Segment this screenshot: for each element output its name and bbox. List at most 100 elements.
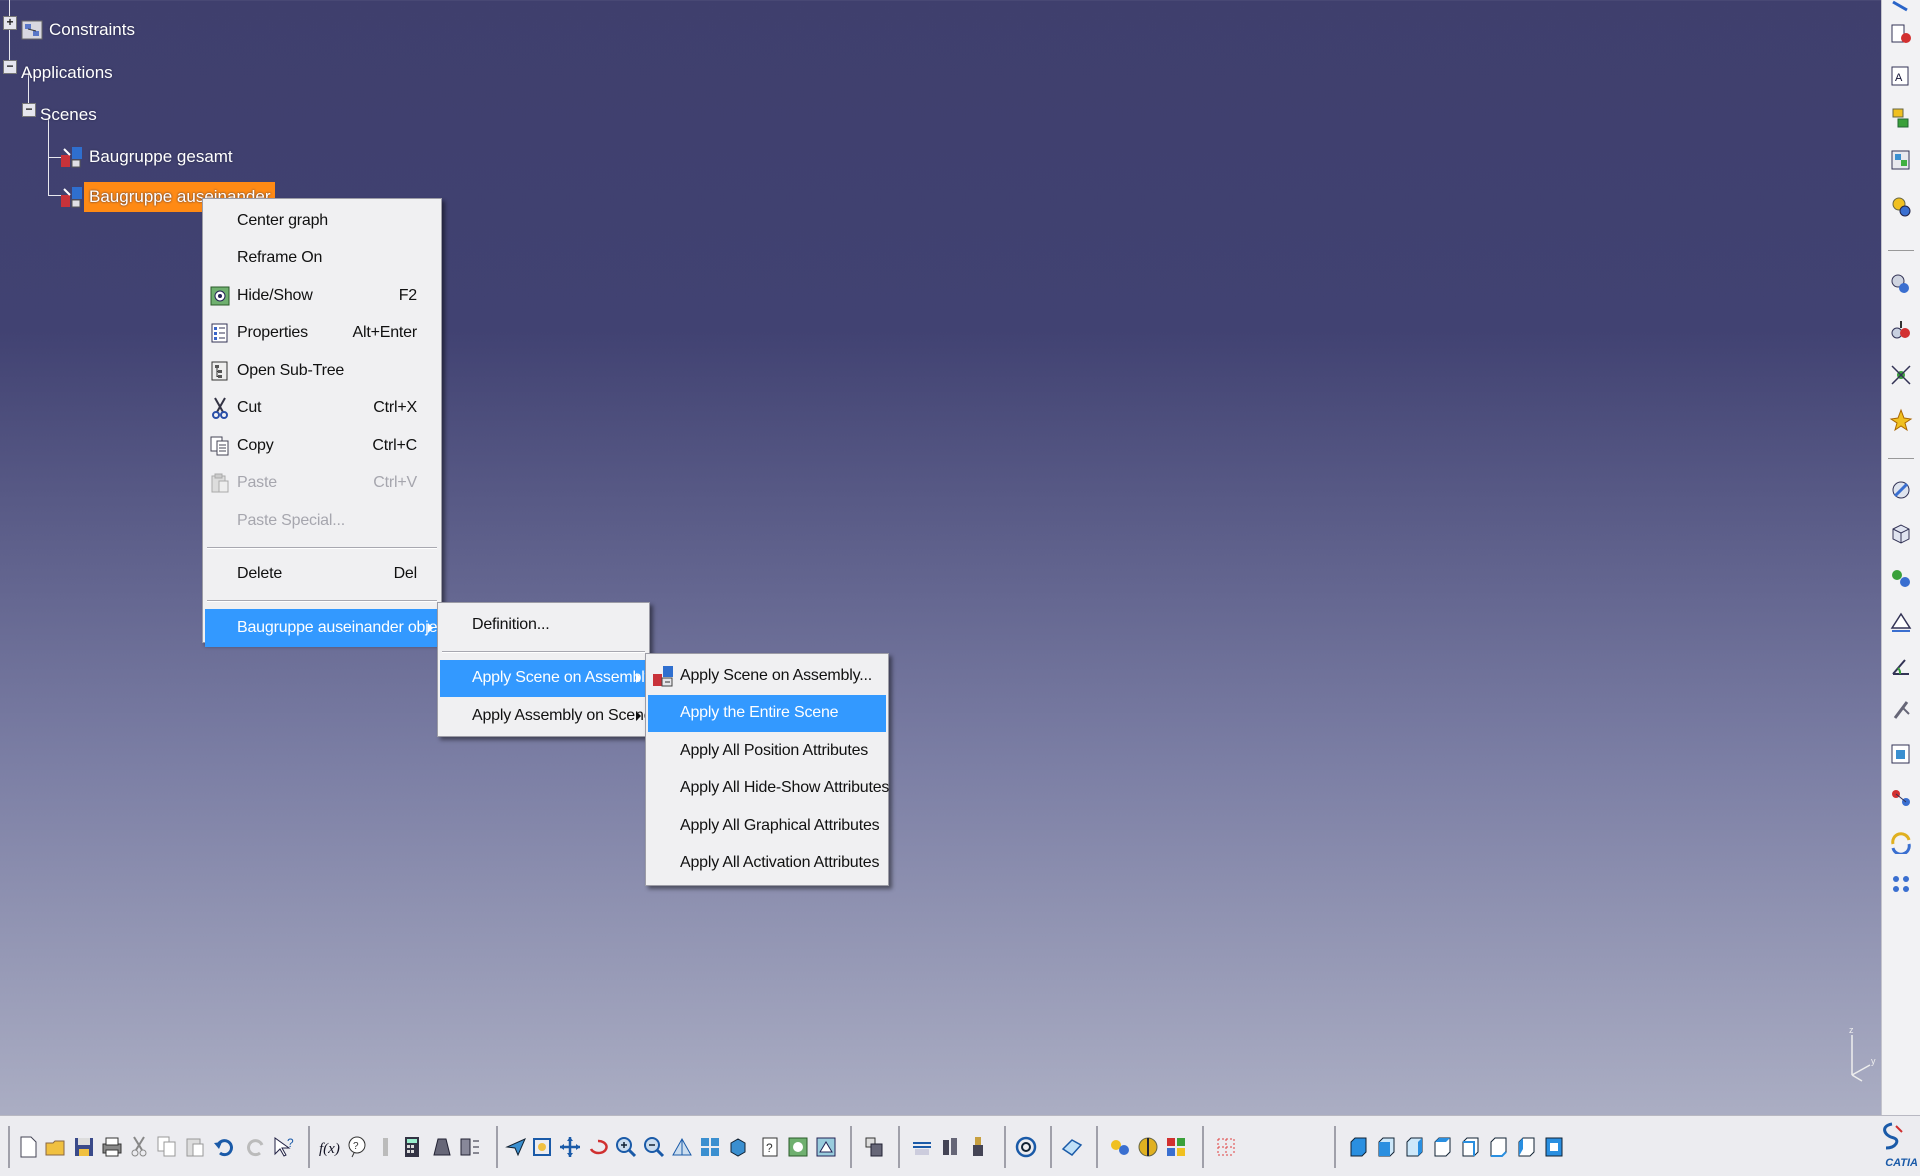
normal-view-icon[interactable]	[670, 1135, 694, 1159]
explode-icon[interactable]	[1889, 363, 1913, 387]
menu-item-properties[interactable]: Properties Alt+Enter	[205, 315, 439, 353]
gears-icon[interactable]	[1889, 194, 1913, 218]
product-structure-icon[interactable]	[1889, 106, 1913, 130]
menu-item-apply-activation-attributes[interactable]: Apply All Activation Attributes	[648, 845, 886, 883]
toolbar-grip[interactable]	[1004, 1126, 1006, 1168]
sectioning-icon[interactable]	[1136, 1135, 1160, 1159]
snap-icon[interactable]	[1214, 1135, 1238, 1159]
knowledge-icon[interactable]: ?	[346, 1135, 370, 1159]
multi-view-icon[interactable]	[698, 1135, 722, 1159]
view-front-icon[interactable]	[1346, 1135, 1370, 1159]
menu-item-open-subtree[interactable]: Open Sub-Tree	[205, 352, 439, 390]
save-icon[interactable]	[72, 1135, 96, 1159]
measure-item-icon[interactable]	[374, 1135, 398, 1159]
swap-visible-space-icon[interactable]	[786, 1135, 810, 1159]
paste-icon[interactable]	[184, 1135, 208, 1159]
assembly-constraint-icon[interactable]	[1889, 22, 1913, 46]
view-bottom-icon[interactable]	[1486, 1135, 1510, 1159]
menu-item-apply-entire-scene[interactable]: Apply the Entire Scene	[648, 694, 886, 732]
menu-item-apply-assembly-on-scene[interactable]: Apply Assembly on Scene	[440, 697, 653, 735]
view-left-icon[interactable]	[1402, 1135, 1426, 1159]
rotate-icon[interactable]	[586, 1135, 610, 1159]
menu-item-copy[interactable]: Copy Ctrl+C	[205, 427, 439, 465]
whats-this-icon[interactable]: ?	[272, 1135, 296, 1159]
cube-constraint-icon[interactable]	[1889, 522, 1913, 546]
zoom-out-icon[interactable]	[642, 1135, 666, 1159]
view-top-icon[interactable]	[1458, 1135, 1482, 1159]
open-icon[interactable]	[44, 1135, 68, 1159]
toolbar-grip[interactable]	[8, 1126, 10, 1168]
menu-item-paste[interactable]: Paste Ctrl+V	[205, 465, 439, 503]
view-back-icon[interactable]	[1374, 1135, 1398, 1159]
clash-analysis-icon[interactable]	[862, 1135, 886, 1159]
quick-constraint-icon[interactable]	[1889, 786, 1913, 810]
contact-icon[interactable]	[1889, 478, 1913, 502]
toolbar-grip[interactable]	[850, 1126, 852, 1168]
manipulate-icon[interactable]	[1889, 318, 1913, 342]
pan-icon[interactable]	[558, 1135, 582, 1159]
calculator-icon[interactable]	[400, 1135, 424, 1159]
view-iso-icon[interactable]	[1514, 1135, 1538, 1159]
menu-item-apply-graphical-attributes[interactable]: Apply All Graphical Attributes	[648, 807, 886, 845]
toolbar-grip[interactable]	[496, 1126, 498, 1168]
shading-icon[interactable]	[814, 1135, 838, 1159]
fly-mode-icon[interactable]	[504, 1135, 528, 1159]
fix-together-icon[interactable]	[1889, 742, 1913, 766]
cut-icon[interactable]	[128, 1135, 152, 1159]
menu-item-center-graph[interactable]: Center graph	[205, 202, 439, 240]
menu-item-object-submenu[interactable]: Baugruppe auseinander object	[205, 609, 450, 647]
redo-icon[interactable]	[244, 1135, 268, 1159]
color-icon[interactable]	[1164, 1135, 1188, 1159]
menu-item-hide-show[interactable]: Hide/Show F2	[205, 277, 439, 315]
fix-icon[interactable]	[1889, 698, 1913, 722]
hide-show-icon[interactable]: ?	[758, 1135, 782, 1159]
offset-icon[interactable]	[1889, 610, 1913, 634]
bolt-icon[interactable]	[966, 1135, 990, 1159]
tree-node-constraints[interactable]: Constraints	[20, 15, 140, 45]
zoom-in-icon[interactable]	[614, 1135, 638, 1159]
swirl-icon[interactable]	[1014, 1135, 1038, 1159]
toolbar-grip[interactable]	[898, 1126, 900, 1168]
tree-node-scenes[interactable]: Scenes	[35, 100, 102, 130]
menu-item-reframe-on[interactable]: Reframe On	[205, 240, 439, 278]
tree-node-scene-gesamt[interactable]: Baugruppe gesamt	[60, 142, 238, 172]
menu-item-definition[interactable]: Definition...	[440, 606, 647, 644]
flexible-icon[interactable]	[1889, 830, 1913, 854]
named-views-icon[interactable]	[1542, 1135, 1566, 1159]
collapse-toggle[interactable]: −	[22, 103, 36, 117]
axis-compass[interactable]: z y	[1840, 1025, 1880, 1085]
new-icon[interactable]	[16, 1135, 40, 1159]
menu-item-delete[interactable]: Delete Del	[205, 556, 439, 594]
section-icon[interactable]	[910, 1135, 934, 1159]
toolbar-grip[interactable]	[1202, 1126, 1204, 1168]
catalog-icon[interactable]	[1889, 148, 1913, 172]
plane-icon[interactable]	[1060, 1135, 1084, 1159]
menu-item-apply-scene-on-assembly[interactable]: Apply Scene on Assembly	[440, 659, 653, 697]
undo-icon[interactable]	[212, 1135, 236, 1159]
fit-all-icon[interactable]	[530, 1135, 554, 1159]
scenes-icon[interactable]	[1108, 1135, 1132, 1159]
isometric-view-icon[interactable]	[726, 1135, 750, 1159]
toolbar-grip[interactable]	[1050, 1126, 1052, 1168]
clash-icon[interactable]	[1889, 408, 1913, 432]
move-icon[interactable]	[1889, 272, 1913, 296]
menu-item-apply-scene-dialog[interactable]: Apply Scene on Assembly...	[648, 657, 886, 695]
menu-item-apply-hide-show-attributes[interactable]: Apply All Hide-Show Attributes	[648, 770, 889, 808]
reuse-pattern-icon[interactable]	[1889, 872, 1913, 896]
menu-item-cut[interactable]: Cut Ctrl+X	[205, 390, 439, 428]
distance-band-icon[interactable]	[938, 1135, 962, 1159]
toolbar-grip[interactable]	[1334, 1126, 1336, 1168]
formula-icon[interactable]: f(x)	[318, 1135, 342, 1159]
expand-toggle[interactable]: +	[3, 16, 17, 30]
menu-item-paste-special[interactable]: Paste Special...	[205, 502, 439, 540]
print-icon[interactable]	[100, 1135, 124, 1159]
toolbar-grip[interactable]	[308, 1126, 310, 1168]
tool-icon[interactable]	[1889, 0, 1913, 24]
tree-node-applications[interactable]: Applications	[16, 58, 118, 88]
view-right-icon[interactable]	[1430, 1135, 1454, 1159]
measure-between-icon[interactable]	[458, 1135, 482, 1159]
coincidence-icon[interactable]	[1889, 566, 1913, 590]
copy-icon[interactable]	[156, 1135, 180, 1159]
mass-properties-icon[interactable]	[430, 1135, 454, 1159]
toolbar-grip[interactable]	[1096, 1126, 1098, 1168]
